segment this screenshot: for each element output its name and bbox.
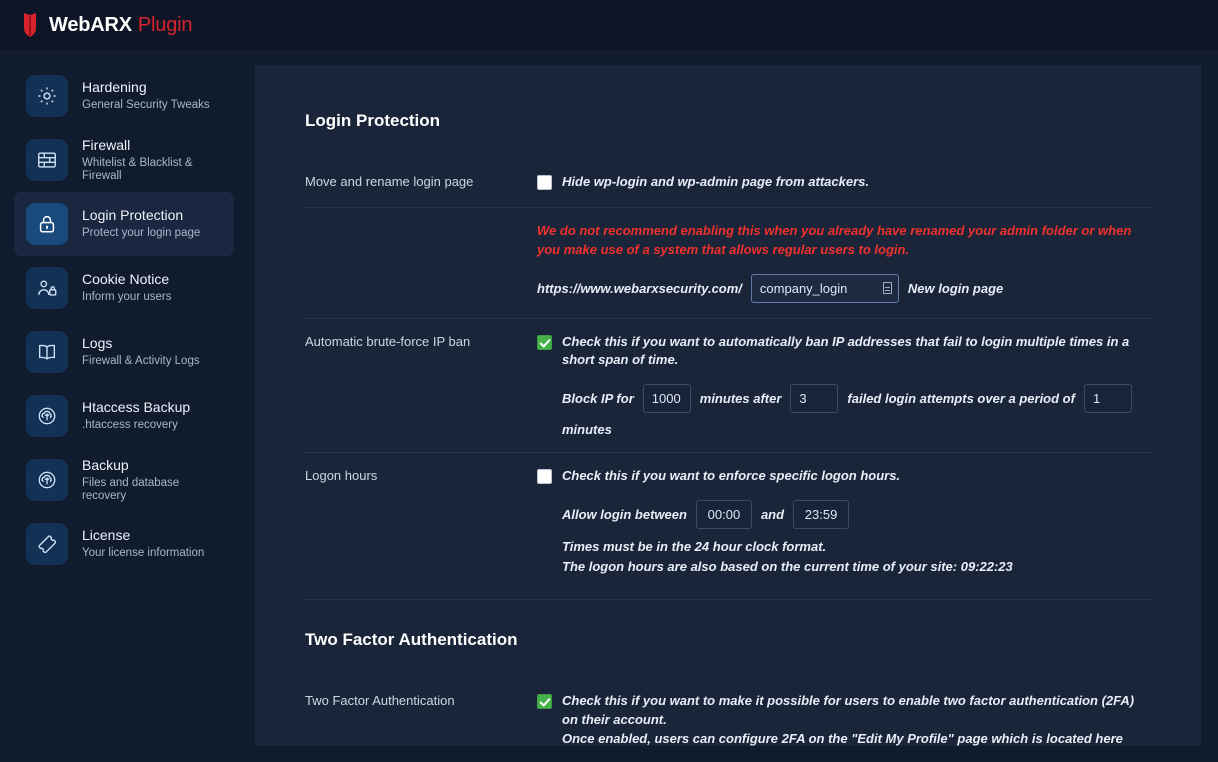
firewall-brick-icon bbox=[26, 139, 68, 181]
cloud-upload-icon bbox=[26, 459, 68, 501]
book-icon bbox=[26, 331, 68, 373]
sidebar-item-title: Logs bbox=[82, 334, 113, 351]
sidebar-item-subtitle: .htaccess recovery bbox=[82, 419, 178, 432]
row-brute-force-ban: Automatic brute-force IP ban Check this … bbox=[305, 317, 1151, 453]
shield-icon bbox=[20, 12, 40, 38]
logon-from-input[interactable] bbox=[695, 500, 752, 530]
brute-force-checkbox[interactable] bbox=[537, 334, 552, 350]
user-lock-icon bbox=[26, 267, 68, 309]
row-label-empty bbox=[305, 222, 537, 223]
sidebar-item-subtitle: Your license information bbox=[82, 547, 205, 560]
new-login-page-input[interactable] bbox=[750, 273, 899, 303]
period-minutes-input[interactable] bbox=[1083, 384, 1132, 414]
logon-hours-checkbox[interactable] bbox=[537, 469, 552, 485]
brand-logo[interactable]: WebARX Plugin bbox=[20, 12, 192, 38]
rename-warning-text: We do not recommend enabling this when y… bbox=[537, 222, 1132, 257]
sidebar-item-title: Htaccess Backup bbox=[82, 398, 191, 415]
row-label: Logon hours bbox=[305, 468, 378, 484]
block-ip-prefix: Block IP for bbox=[562, 391, 634, 407]
cloud-upload-icon bbox=[26, 395, 68, 437]
sidebar-item-title: License bbox=[82, 526, 131, 543]
sidebar-item-subtitle: General Security Tweaks bbox=[82, 99, 210, 112]
row-logon-hours: Logon hours Check this if you want to en… bbox=[305, 452, 1151, 591]
brand-suffix: Plugin bbox=[137, 14, 193, 36]
two-factor-line-1: Check this if you want to make it possib… bbox=[562, 693, 1135, 727]
two-factor-section-title: Two Factor Authentication bbox=[305, 630, 518, 650]
hide-wp-login-checkbox[interactable] bbox=[537, 175, 552, 190]
row-label: Automatic brute-force IP ban bbox=[305, 333, 471, 349]
logon-hours-label: Check this if you want to enforce specif… bbox=[562, 468, 901, 484]
new-login-page-label: New login page bbox=[907, 280, 1004, 296]
sidebar-item-title: Backup bbox=[82, 456, 129, 473]
brute-force-label: Check this if you want to automatically … bbox=[562, 333, 1130, 368]
sidebar-item-backup[interactable]: Backup Files and database recovery bbox=[14, 448, 234, 512]
sidebar-item-hardening[interactable]: Hardening General Security Tweaks bbox=[14, 64, 234, 128]
block-ip-suffix: minutes bbox=[562, 422, 612, 438]
hide-wp-login-label: Hide wp-login and wp-admin page from att… bbox=[562, 174, 869, 189]
sidebar-item-title: Hardening bbox=[82, 78, 147, 95]
failed-attempts-input[interactable] bbox=[790, 384, 839, 414]
top-bar: WebARX Plugin bbox=[0, 0, 1218, 50]
logon-to-input[interactable] bbox=[793, 500, 850, 530]
login-url-prefix: https://www.webarxsecurity.com/ bbox=[537, 280, 742, 296]
sidebar-item-title: Login Protection bbox=[82, 206, 184, 223]
brand-text: WebARX Plugin bbox=[49, 15, 192, 35]
sidebar-item-subtitle: Firewall & Activity Logs bbox=[82, 355, 200, 368]
gear-icon bbox=[26, 75, 68, 117]
sidebar-item-cookie-notice[interactable]: Cookie Notice Inform your users bbox=[14, 256, 234, 320]
sidebar-item-subtitle: Protect your login page bbox=[82, 227, 201, 240]
brand-name: WebARX bbox=[49, 14, 132, 36]
sidebar-item-title: Cookie Notice bbox=[82, 270, 170, 287]
settings-panel: Login Protection Move and rename login p… bbox=[255, 65, 1201, 746]
sidebar-item-logs[interactable]: Logs Firewall & Activity Logs bbox=[14, 320, 234, 384]
sidebar-item-htaccess-backup[interactable]: Htaccess Backup .htaccess recovery bbox=[14, 384, 234, 448]
lock-icon bbox=[26, 203, 68, 245]
sidebar-item-subtitle: Whitelist & Blacklist & Firewall bbox=[82, 157, 193, 182]
sidebar-item-login-protection[interactable]: Login Protection Protect your login page bbox=[14, 192, 234, 256]
row-move-rename-login: Move and rename login page Hide wp-login… bbox=[305, 159, 1151, 207]
row-label: Two Factor Authentication bbox=[305, 693, 455, 709]
sidebar-item-subtitle: Inform your users bbox=[82, 291, 172, 304]
two-factor-checkbox[interactable] bbox=[537, 694, 552, 710]
and-label: and bbox=[760, 507, 785, 523]
block-minutes-input[interactable] bbox=[642, 384, 691, 414]
sidebar: Hardening General Security Tweaks Firewa… bbox=[0, 50, 248, 762]
allow-login-between-label: Allow login between bbox=[562, 507, 687, 523]
row-label: Move and rename login page bbox=[305, 174, 474, 189]
two-factor-line-2-pre: Once enabled, users can configure 2FA on… bbox=[562, 730, 1123, 746]
sidebar-item-title: Firewall bbox=[82, 136, 131, 153]
ticket-icon bbox=[26, 523, 68, 565]
logon-hours-note-2: The logon hours are also based on the cu… bbox=[562, 558, 1013, 574]
logon-hours-note-1: Times must be in the 24 hour clock forma… bbox=[562, 539, 827, 555]
row-two-factor: Two Factor Authentication Check this if … bbox=[305, 678, 1151, 746]
sidebar-item-firewall[interactable]: Firewall Whitelist & Blacklist & Firewal… bbox=[14, 128, 234, 192]
sidebar-item-subtitle: Files and database recovery bbox=[82, 477, 180, 502]
page-title: Login Protection bbox=[305, 111, 441, 130]
row-new-login-page: We do not recommend enabling this when y… bbox=[305, 206, 1151, 318]
sidebar-item-license[interactable]: License Your license information bbox=[14, 512, 234, 576]
block-ip-mid1: minutes after bbox=[699, 391, 782, 407]
block-ip-mid2: failed login attempts over a period of bbox=[847, 391, 1075, 407]
